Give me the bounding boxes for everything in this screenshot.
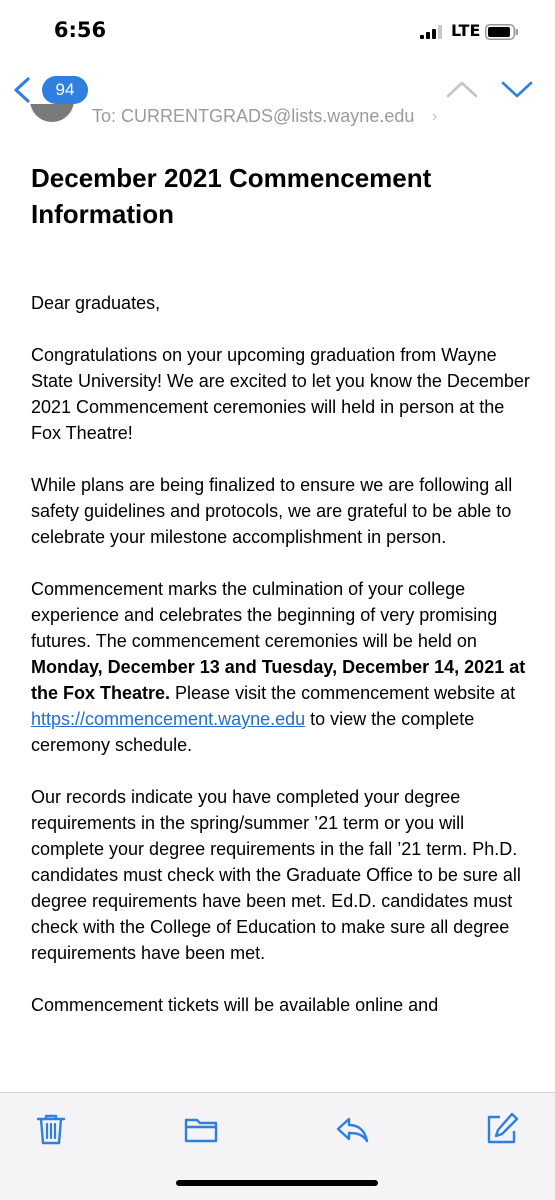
back-button[interactable]: 94: [10, 73, 90, 107]
email-paragraph-2: While plans are being finalized to ensur…: [31, 475, 513, 547]
network-type: LTE: [451, 21, 481, 40]
email-paragraph-3: Commencement marks the culmination of yo…: [31, 576, 536, 758]
status-time: 6:56: [53, 18, 107, 42]
previous-message-button[interactable]: [445, 78, 479, 100]
email-paragraph-1: Congratulations on your upcoming graduat…: [31, 345, 530, 443]
email-body: Dear graduates, Congratulations on your …: [31, 290, 536, 1044]
trash-icon[interactable]: [33, 1111, 69, 1147]
reply-icon[interactable]: [334, 1111, 370, 1147]
chevron-left-icon: [14, 77, 30, 103]
recipient-address: To: CURRENTGRADS@lists.wayne.edu: [92, 106, 415, 126]
commencement-website-link[interactable]: https://commencement.wayne.edu: [31, 709, 305, 729]
email-subject: December 2021 Commencement Information: [31, 163, 432, 229]
recipient-row[interactable]: To: CURRENTGRADS@lists.wayne.edu ›: [0, 104, 555, 128]
sender-avatar: [30, 104, 74, 122]
bottom-toolbar: [0, 1092, 555, 1200]
email-paragraph-4: Our records indicate you have completed …: [31, 787, 521, 963]
compose-icon[interactable]: [484, 1111, 520, 1147]
email-greeting: Dear graduates,: [31, 293, 161, 313]
home-indicator: [176, 1180, 378, 1186]
paragraph-3-text-a: Commencement marks the culmination of yo…: [31, 579, 498, 651]
unread-count-badge: 94: [42, 76, 88, 104]
paragraph-3-text-b: Please visit the commencement website at: [170, 683, 516, 703]
cellular-signal-icon: [420, 25, 442, 39]
email-paragraph-5: Commencement tickets will be available o…: [31, 995, 439, 1015]
chevron-right-icon: ›: [432, 108, 438, 125]
battery-icon: [485, 24, 518, 40]
folder-icon[interactable]: [183, 1111, 219, 1147]
status-bar: 6:56 LTE: [0, 0, 555, 64]
next-message-button[interactable]: [500, 78, 534, 100]
